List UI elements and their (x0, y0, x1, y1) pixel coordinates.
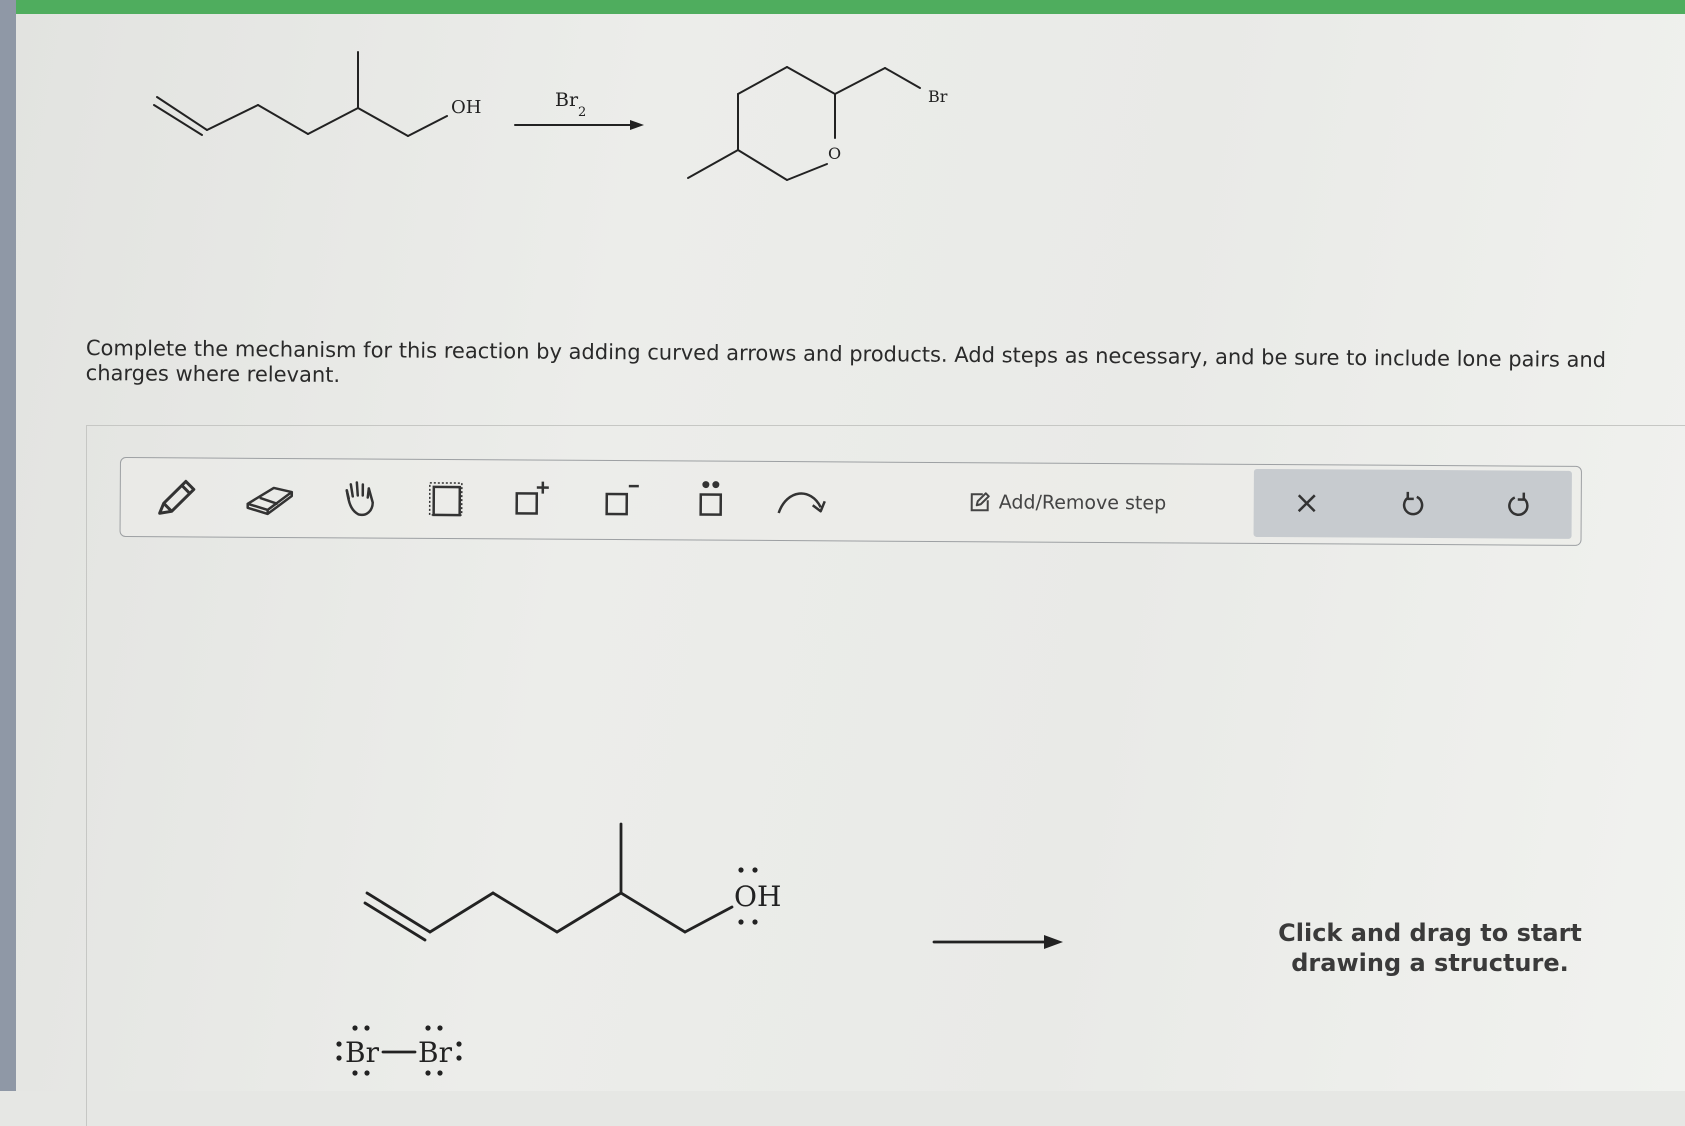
reagent-label: Br (555, 89, 579, 111)
product-bromine-label: Br (928, 87, 948, 106)
reagent-subscript: 2 (578, 105, 586, 120)
lone-pair-icon (689, 478, 733, 522)
undo-icon (1399, 490, 1427, 518)
canvas-hint: Click and drag to start drawing a struct… (1265, 918, 1595, 978)
reactant-oh-label: OH (451, 97, 481, 118)
canvas-hint-line1: Click and drag to start (1265, 918, 1595, 948)
hand-tool-button[interactable] (326, 459, 396, 537)
step-controls (1254, 469, 1572, 539)
positive-charge-button[interactable] (496, 460, 566, 538)
clear-button[interactable] (1254, 469, 1360, 538)
positive-charge-icon (509, 477, 553, 521)
pencil-icon (152, 473, 200, 521)
product-skeleton (688, 67, 920, 180)
drawing-canvas[interactable] (100, 560, 1660, 1080)
negative-charge-button[interactable] (586, 461, 656, 539)
selection-box-icon (424, 477, 468, 521)
curved-arrow-button[interactable] (761, 462, 841, 540)
redo-button[interactable] (1466, 470, 1572, 539)
lone-pair-button[interactable] (676, 461, 746, 539)
eraser-tool-button[interactable] (231, 459, 311, 537)
eraser-icon (244, 478, 298, 518)
hand-icon (339, 476, 383, 520)
reactant-skeleton (154, 52, 447, 136)
canvas-hint-line2: drawing a structure. (1265, 948, 1595, 978)
undo-button[interactable] (1360, 470, 1466, 539)
add-remove-step-label: Add/Remove step (999, 491, 1167, 514)
reaction-arrow (515, 120, 644, 130)
edit-icon (969, 491, 991, 513)
close-icon (1294, 490, 1320, 516)
curved-arrow-icon (773, 481, 829, 521)
drawing-toolbar: Add/Remove step (120, 457, 1582, 546)
product-ring-oxygen-label: O (828, 144, 841, 163)
add-remove-step-button[interactable]: Add/Remove step (969, 463, 1167, 542)
reaction-scheme: OH Br 2 O Br (0, 0, 1685, 340)
select-tool-button[interactable] (411, 460, 481, 538)
pencil-tool-button[interactable] (141, 458, 211, 536)
negative-charge-icon (599, 478, 643, 522)
redo-icon (1505, 490, 1533, 518)
